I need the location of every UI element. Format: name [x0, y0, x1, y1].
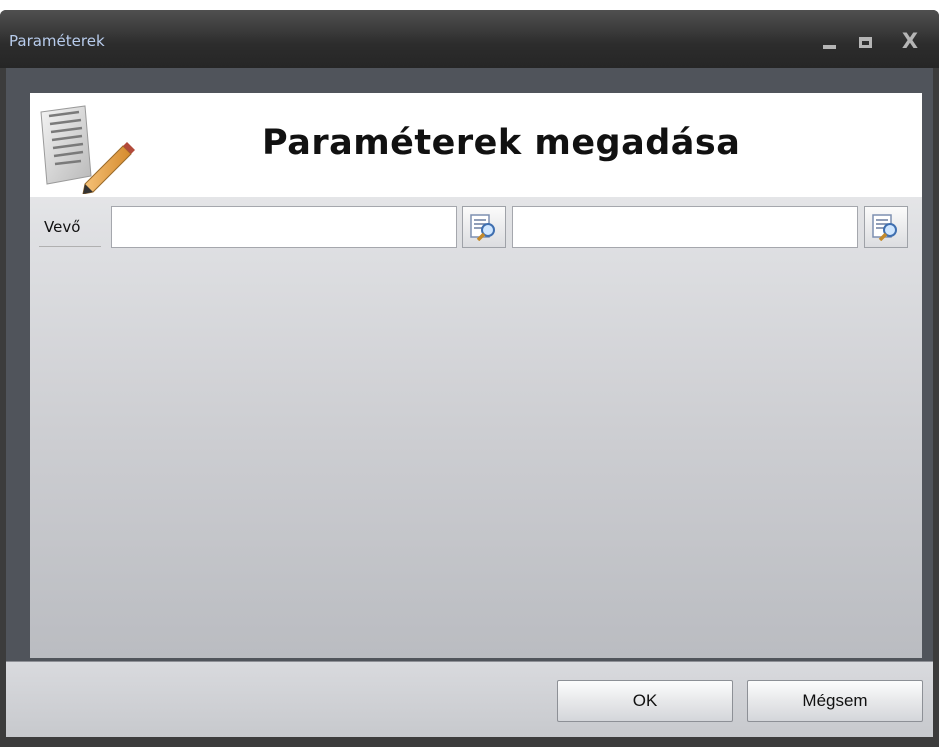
- vevo-label: Vevő: [39, 207, 101, 247]
- vevo-from-input[interactable]: [111, 206, 457, 248]
- lookup-search-icon: [872, 214, 897, 241]
- panel-header: Paraméterek megadása: [30, 93, 922, 197]
- cancel-button[interactable]: Mégsem: [747, 680, 923, 722]
- vevo-from-lookup-button[interactable]: [462, 206, 506, 248]
- button-bar: OK Mégsem: [6, 661, 933, 737]
- vevo-to-input[interactable]: [512, 206, 858, 248]
- document-edit-icon: [35, 102, 139, 195]
- minimize-button[interactable]: [818, 28, 846, 54]
- close-button[interactable]: X: [896, 28, 924, 54]
- ok-button[interactable]: OK: [557, 680, 733, 722]
- window-title: Paraméterek: [9, 32, 105, 50]
- parameters-panel: Paraméterek megadása Vevő: [30, 93, 922, 658]
- lookup-search-icon: [470, 214, 495, 241]
- maximize-button[interactable]: [856, 28, 884, 54]
- vevo-to-lookup-button[interactable]: [864, 206, 908, 248]
- page-title: Paraméterek megadása: [262, 123, 741, 163]
- title-bar[interactable]: Paraméterek X: [0, 10, 939, 68]
